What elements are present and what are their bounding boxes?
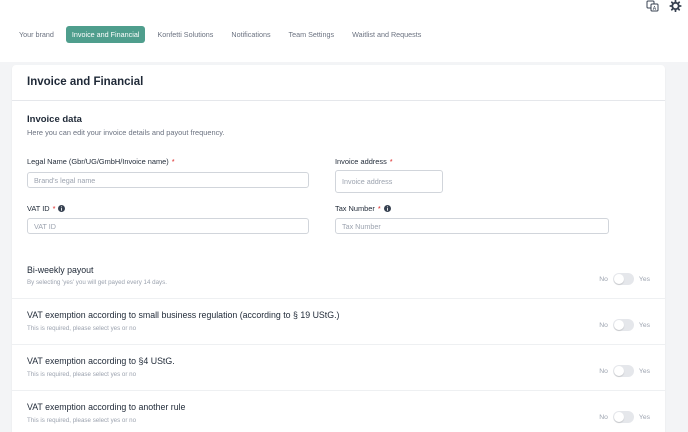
no-label: No: [599, 321, 608, 329]
legal-name-label-text: Legal Name (Gbr/UG/GmbH/Invoice name): [27, 157, 169, 166]
tab-invoice-and-financial[interactable]: Invoice and Financial: [65, 26, 146, 44]
section-title: Invoice data: [27, 114, 82, 125]
invoice-address-label-text: Invoice address: [335, 157, 387, 166]
toggle-row-vat-other-rule: VAT exemption according to another rule …: [12, 390, 665, 432]
vat-id-label-text: VAT ID: [27, 204, 50, 213]
top-bar: A Your brand Invoice and Financial Konfe…: [0, 0, 688, 62]
top-icons: A: [646, 0, 682, 12]
toggle-row-vat-4-ustg: VAT exemption according to §4 UStG. This…: [12, 344, 665, 390]
invoice-card: Invoice and Financial Invoice data Here …: [12, 65, 665, 432]
card-header: Invoice and Financial: [12, 65, 665, 101]
row-subtitle: This is required, please select yes or n…: [27, 417, 137, 424]
no-label: No: [599, 413, 608, 421]
yes-label: Yes: [638, 321, 650, 329]
required-marker: *: [171, 157, 175, 166]
toggle-switch[interactable]: [612, 365, 634, 377]
row-title: VAT exemption according to §4 UStG.: [27, 356, 175, 366]
tab-your-brand[interactable]: Your brand: [13, 26, 60, 43]
row-title: Bi-weekly payout: [27, 265, 94, 275]
legal-name-label: Legal Name (Gbr/UG/GmbH/Invoice name) *: [27, 157, 175, 166]
row-subtitle: This is required, please select yes or n…: [27, 325, 137, 332]
yes-label: Yes: [638, 367, 650, 375]
tab-konfetti-solutions[interactable]: Konfetti Solutions: [151, 26, 219, 43]
tab-waitlist-and-requests[interactable]: Waitlist and Requests: [346, 26, 427, 43]
card-title: Invoice and Financial: [27, 76, 144, 88]
toggle-switch[interactable]: [612, 411, 634, 423]
row-subtitle: This is required, please select yes or n…: [27, 371, 137, 378]
yes-label: Yes: [638, 275, 650, 283]
row-subtitle: By selecting 'yes' you will get payed ev…: [27, 279, 167, 286]
info-icon[interactable]: [383, 205, 391, 212]
tab-notifications[interactable]: Notifications: [225, 26, 276, 43]
yes-no-toggle: No Yes: [599, 411, 650, 423]
yes-label: Yes: [638, 413, 650, 421]
required-marker: *: [377, 204, 381, 213]
toggle-switch[interactable]: [612, 319, 634, 331]
info-icon[interactable]: [58, 205, 66, 212]
svg-text:A: A: [653, 6, 657, 12]
row-title: VAT exemption according to small busines…: [27, 310, 340, 320]
section-subtitle: Here you can edit your invoice details a…: [27, 128, 225, 137]
translate-icon[interactable]: A: [646, 0, 659, 12]
tax-number-input[interactable]: Tax Number: [335, 218, 609, 234]
required-marker: *: [389, 157, 393, 166]
yes-no-toggle: No Yes: [599, 273, 650, 285]
vat-id-input[interactable]: VAT ID: [27, 218, 309, 234]
vat-id-placeholder: VAT ID: [34, 221, 56, 231]
settings-tabs: Your brand Invoice and Financial Konfett…: [13, 26, 427, 44]
toggle-row-biweekly-payout: Bi-weekly payout By selecting 'yes' you …: [12, 253, 665, 298]
invoice-address-label: Invoice address *: [335, 157, 393, 166]
gear-icon[interactable]: [669, 0, 682, 12]
vat-id-label: VAT ID *: [27, 204, 66, 213]
tax-number-placeholder: Tax Number: [342, 221, 381, 231]
yes-no-toggle: No Yes: [599, 319, 650, 331]
row-title: VAT exemption according to another rule: [27, 402, 186, 412]
toggle-row-small-business-vat: VAT exemption according to small busines…: [12, 298, 665, 344]
tax-number-label-text: Tax Number: [335, 204, 375, 213]
invoice-address-placeholder: Invoice address: [342, 177, 393, 186]
toggle-switch[interactable]: [612, 273, 634, 285]
tax-number-label: Tax Number *: [335, 204, 391, 213]
tab-team-settings[interactable]: Team Settings: [283, 26, 341, 43]
invoice-address-input[interactable]: Invoice address: [335, 170, 443, 193]
required-marker: *: [52, 204, 56, 213]
no-label: No: [599, 275, 608, 283]
legal-name-placeholder: Brand's legal name: [34, 175, 96, 185]
yes-no-toggle: No Yes: [599, 365, 650, 377]
no-label: No: [599, 367, 608, 375]
legal-name-input[interactable]: Brand's legal name: [27, 172, 309, 188]
